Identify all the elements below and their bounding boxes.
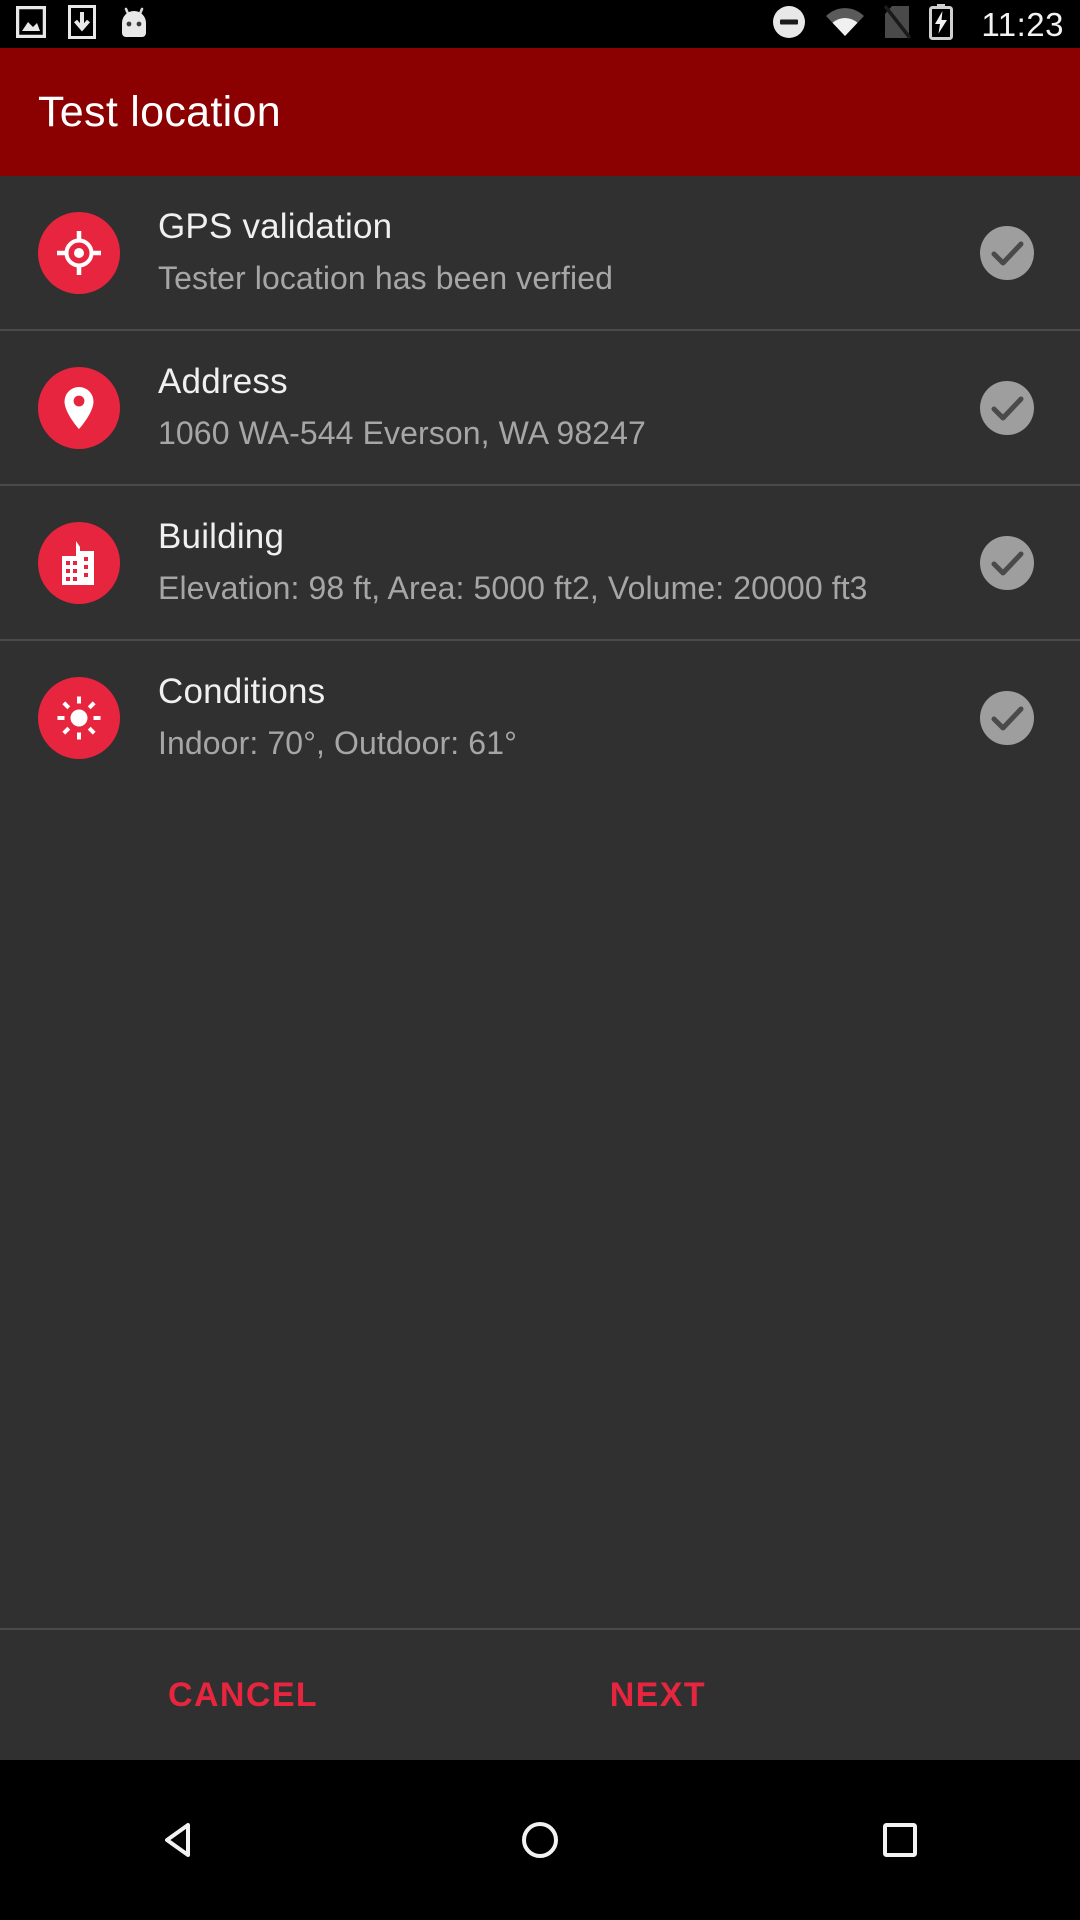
screenshot-icon [15,5,47,43]
do-not-disturb-icon [771,4,807,45]
building-icon-badge [38,521,120,604]
gps-crosshair-icon [57,230,101,275]
list-item-text-gps-validation: GPS validation Tester location has been … [120,183,980,322]
list-item-conditions[interactable]: Conditions Indoor: 70°, Outdoor: 61° [0,641,1080,796]
test-location-list: GPS validation Tester location has been … [0,176,1080,796]
nav-home-button[interactable] [450,1760,630,1920]
next-button[interactable]: NEXT [610,1676,706,1715]
list-item-address[interactable]: Address 1060 WA-544 Everson, WA 98247 [0,331,1080,486]
page-title: Test location [38,87,281,136]
battery-charging-icon [929,3,954,45]
list-item-text-address: Address 1060 WA-544 Everson, WA 98247 [120,338,980,477]
no-sim-icon [883,4,912,45]
list-item-subtitle: Tester location has been verfied [158,259,614,296]
nav-recents-button[interactable] [810,1760,990,1920]
status-badge-verified [980,225,1034,280]
app-bar: Test location [0,48,1080,176]
list-item-gps-validation[interactable]: GPS validation Tester location has been … [0,176,1080,331]
action-button-bar: CANCEL NEXT [0,1628,1080,1760]
status-badge-verified [980,690,1034,745]
status-bar-left-icons [15,4,150,44]
wifi-icon [825,6,865,43]
nav-back-button[interactable] [90,1760,270,1920]
home-circle-icon [522,1822,558,1858]
list-item-subtitle: Elevation: 98 ft, Area: 5000 ft2, Volume… [158,569,868,606]
sun-icon [57,696,101,739]
list-item-title: Conditions [158,672,326,712]
android-navigation-bar [0,1760,1080,1920]
android-icon [118,5,150,44]
status-bar-clock: 11:23 [981,5,1064,43]
building-icon [62,540,94,585]
status-bar-right-icons: 11:23 [771,3,1064,45]
list-item-title: Address [158,362,288,402]
map-pin-icon [64,386,94,429]
list-item-subtitle: Indoor: 70°, Outdoor: 61° [158,724,517,761]
gps-crosshair-icon-badge [38,211,120,294]
cancel-button[interactable]: CANCEL [168,1676,318,1715]
sun-icon-badge [38,676,120,759]
list-item-text-conditions: Conditions Indoor: 70°, Outdoor: 61° [120,648,980,787]
status-bar: 11:23 [0,0,1080,48]
map-pin-icon-badge [38,366,120,449]
status-badge-verified [980,535,1034,590]
empty-content-area [0,789,1080,1361]
status-badge-verified [980,380,1034,435]
recents-square-icon [883,1823,917,1857]
back-triangle-icon [165,1823,190,1857]
list-item-building[interactable]: Building Elevation: 98 ft, Area: 5000 ft… [0,486,1080,641]
list-item-title: Building [158,517,285,557]
download-icon [68,4,96,44]
phone-screen: 11:23 Test location GPS validation Teste… [0,0,1080,1920]
list-item-text-building: Building Elevation: 98 ft, Area: 5000 ft… [120,493,980,632]
list-item-subtitle: 1060 WA-544 Everson, WA 98247 [158,414,646,451]
list-item-title: GPS validation [158,207,393,247]
